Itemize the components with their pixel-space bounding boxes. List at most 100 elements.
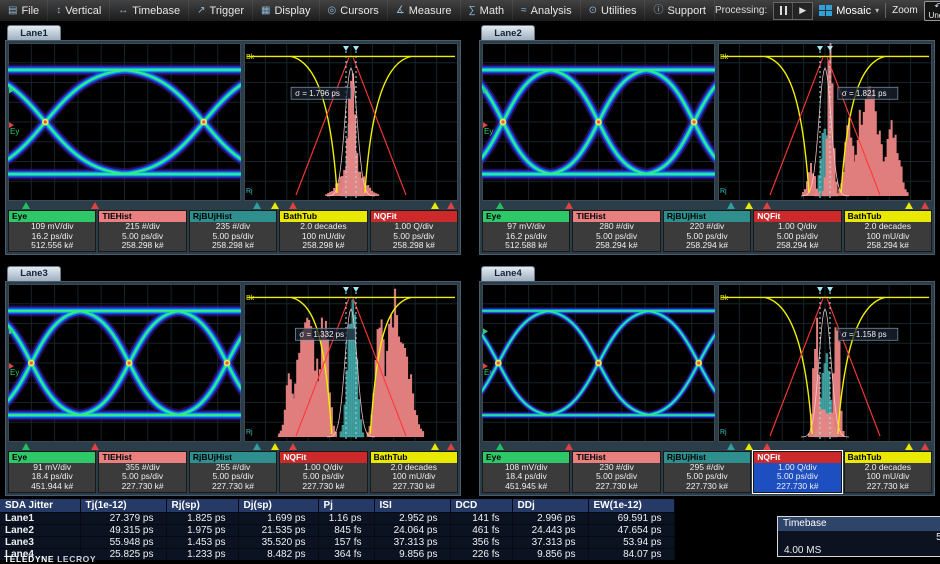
trace-marker-strip — [482, 201, 932, 210]
descriptor-rjbujhist-lane2[interactable]: RjBUjHist 220 #/div 5.00 ps/div 258.294 … — [663, 210, 751, 252]
menu-display[interactable]: ▦ Display — [253, 0, 320, 21]
eye-diagram[interactable]: Ey — [8, 284, 241, 442]
jitter-row-lane4: Lane425.825 ps1.233 ps8.482 ps364 fs9.85… — [0, 548, 674, 560]
measurement-value: 53.94 ps — [588, 536, 674, 548]
column-header-8: EW(1e-12) — [588, 499, 674, 512]
trace-marker — [921, 443, 929, 450]
svg-text:Ey: Ey — [484, 368, 493, 377]
descriptor-eye-lane4[interactable]: Eye 108 mV/div 18.4 ps/div 451.945 k# — [482, 451, 570, 493]
descriptor-nqfit-lane3[interactable]: NQFit 1.00 Q/div 5.00 ps/div 227.730 k# — [279, 451, 367, 493]
file-icon: ▤ — [8, 6, 17, 16]
jitter-table: SDA JitterTj(1e-12)Rj(sp)Dj(sp)PjISIDCDD… — [0, 499, 675, 560]
descriptor-row: Eye 109 mV/div 16.2 ps/div 512.556 k# TI… — [8, 210, 458, 252]
tab-lane1[interactable]: Lane1 — [7, 25, 61, 40]
processing-label: Processing: — [715, 5, 767, 16]
descriptor-tiehist-lane2[interactable]: TIEHist 280 #/div 5.00 ps/div 258.294 k# — [572, 210, 660, 252]
trace-marker — [727, 443, 735, 450]
measurement-value: 1.453 ps — [166, 536, 238, 548]
trace-marker — [447, 202, 455, 209]
descriptor-eye-lane1[interactable]: Eye 109 mV/div 16.2 ps/div 512.556 k# — [8, 210, 96, 252]
timebase-panel[interactable]: Timebase 5.0 4.00 MS — [777, 516, 940, 557]
descriptor-nqfit-lane2[interactable]: NQFit 1.00 Q/div 5.00 ps/div 258.294 k# — [753, 210, 841, 252]
pause-button[interactable] — [774, 3, 793, 19]
descriptor-tiehist-lane4[interactable]: TIEHist 230 #/div 5.00 ps/div 227.730 k# — [572, 451, 660, 493]
descriptor-row: Eye 108 mV/div 18.4 ps/div 451.945 k# TI… — [482, 451, 932, 493]
measurement-value: 8.482 ps — [238, 548, 318, 560]
trace-marker — [565, 443, 573, 450]
measurement-value: 9.856 ps — [512, 548, 588, 560]
menu-math[interactable]: ∑ Math — [461, 0, 514, 21]
mosaic-dropdown[interactable]: Mosaic ▾ — [819, 5, 879, 17]
measurement-value: 845 fs — [318, 524, 374, 536]
measurement-value: 356 fs — [450, 536, 512, 548]
descriptor-bathtub-lane2[interactable]: BathTub 2.0 decades 100 mU/div 258.294 k… — [844, 210, 932, 252]
svg-text:σ = 1.158 ps: σ = 1.158 ps — [842, 330, 887, 339]
descriptor-rjbujhist-lane3[interactable]: RjBUjHist 255 #/div 5.00 ps/div 227.730 … — [189, 451, 277, 493]
descriptor-eye-lane3[interactable]: Eye 91 mV/div 18.4 ps/div 451.944 k# — [8, 451, 96, 493]
measurement-value: 2.996 ps — [512, 512, 588, 524]
menu-support[interactable]: ⓘ Support — [645, 0, 715, 21]
svg-text:σ = 1.332 ps: σ = 1.332 ps — [299, 330, 344, 339]
menu-vertical[interactable]: ↕ Vertical — [48, 0, 110, 21]
descriptor-tiehist-lane3[interactable]: TIEHist 355 #/div 5.00 ps/div 227.730 k# — [98, 451, 186, 493]
measurement-value: 49.315 ps — [80, 524, 166, 536]
menu-trigger[interactable]: ↗ Trigger — [189, 0, 253, 21]
zoom-button[interactable]: Zoom — [892, 5, 918, 16]
measure-icon: ∡ — [396, 6, 405, 16]
measurement-value: 1.699 ps — [238, 512, 318, 524]
jitter-histogram[interactable]: σ = 1.821 psBkRj — [718, 43, 932, 201]
descriptor-rjbujhist-lane4[interactable]: RjBUjHist 295 #/div 5.00 ps/div 227.730 … — [663, 451, 751, 493]
jitter-histogram[interactable]: σ = 1.332 psBkRj — [244, 284, 458, 442]
descriptor-nqfit-lane4[interactable]: NQFit 1.00 Q/div 5.00 ps/div 227.730 k# — [753, 451, 841, 493]
jitter-histogram[interactable]: σ = 1.158 psBkRj — [718, 284, 932, 442]
eye-diagram[interactable]: Ey — [482, 284, 715, 442]
eye-diagram[interactable]: Ey — [8, 43, 241, 201]
jitter-histogram[interactable]: σ = 1.796 psBkRj — [244, 43, 458, 201]
chevron-down-icon: ▾ — [875, 6, 879, 15]
undo-button[interactable]: ↶ Undo — [924, 1, 940, 21]
column-header-3: Dj(sp) — [238, 499, 318, 512]
lane-panel: Lane4 Ey σ = 1.158 psBkRj Eye 108 mV/div… — [479, 266, 935, 496]
measurement-value: 1.16 ps — [318, 512, 374, 524]
measurement-value: 37.313 ps — [512, 536, 588, 548]
lane-panel: Lane2 Ey σ = 1.821 psBkRj Eye 97 mV/div … — [479, 25, 935, 255]
measurement-value: 47.654 ps — [588, 524, 674, 536]
descriptor-nqfit-lane1[interactable]: NQFit 1.00 Q/div 5.00 ps/div 258.298 k# — [370, 210, 458, 252]
descriptor-bathtub-lane1[interactable]: BathTub 2.0 decades 100 mU/div 258.298 k… — [279, 210, 367, 252]
svg-text:Ey: Ey — [484, 127, 493, 136]
descriptor-tiehist-lane1[interactable]: TIEHist 215 #/div 5.00 ps/div 258.298 k# — [98, 210, 186, 252]
trace-marker — [431, 202, 439, 209]
column-header-0: SDA Jitter — [0, 499, 80, 512]
row-label: Lane1 — [0, 512, 80, 524]
measurement-value: 461 fs — [450, 524, 512, 536]
menu-measure[interactable]: ∡ Measure — [388, 0, 461, 21]
measurement-value: 2.952 ps — [374, 512, 450, 524]
menu-timebase[interactable]: ↔ Timebase — [110, 0, 189, 21]
timebase-title: Timebase — [778, 517, 940, 531]
main-menu: ▤ File ↕ Vertical ↔ Timebase ↗ Trigger ▦… — [0, 0, 715, 21]
play-button[interactable]: ▶ — [793, 3, 812, 19]
measurement-value: 84.07 ps — [588, 548, 674, 560]
tab-lane2[interactable]: Lane2 — [481, 25, 535, 40]
menu-utilities[interactable]: ⊙ Utilities — [581, 0, 646, 21]
svg-text:Rj: Rj — [246, 188, 253, 195]
lane-panel: Lane1 Ey σ = 1.796 psBkRj Eye 109 mV/div… — [5, 25, 461, 255]
measurement-value: 69.591 ps — [588, 512, 674, 524]
descriptor-bathtub-lane3[interactable]: BathTub 2.0 decades 100 mU/div 227.730 k… — [370, 451, 458, 493]
descriptor-bathtub-lane4[interactable]: BathTub 2.0 decades 100 mU/div 227.730 k… — [844, 451, 932, 493]
math-icon: ∑ — [469, 6, 476, 16]
trace-marker — [253, 443, 261, 450]
tab-lane4[interactable]: Lane4 — [481, 266, 535, 281]
descriptor-eye-lane2[interactable]: Eye 97 mV/div 16.2 ps/div 512.588 k# — [482, 210, 570, 252]
trace-marker-strip — [8, 442, 458, 451]
menu-file[interactable]: ▤ File — [0, 0, 48, 21]
menu-analysis[interactable]: ≈ Analysis — [513, 0, 580, 21]
measurement-value: 9.856 ps — [374, 548, 450, 560]
eye-diagram[interactable]: Ey — [482, 43, 715, 201]
menu-cursors[interactable]: ◎ Cursors — [320, 0, 388, 21]
tab-lane3[interactable]: Lane3 — [7, 266, 61, 281]
column-header-5: ISI — [374, 499, 450, 512]
measurement-value: 55.948 ps — [80, 536, 166, 548]
descriptor-rjbujhist-lane1[interactable]: RjBUjHist 235 #/div 5.00 ps/div 258.298 … — [189, 210, 277, 252]
trace-marker — [447, 443, 455, 450]
